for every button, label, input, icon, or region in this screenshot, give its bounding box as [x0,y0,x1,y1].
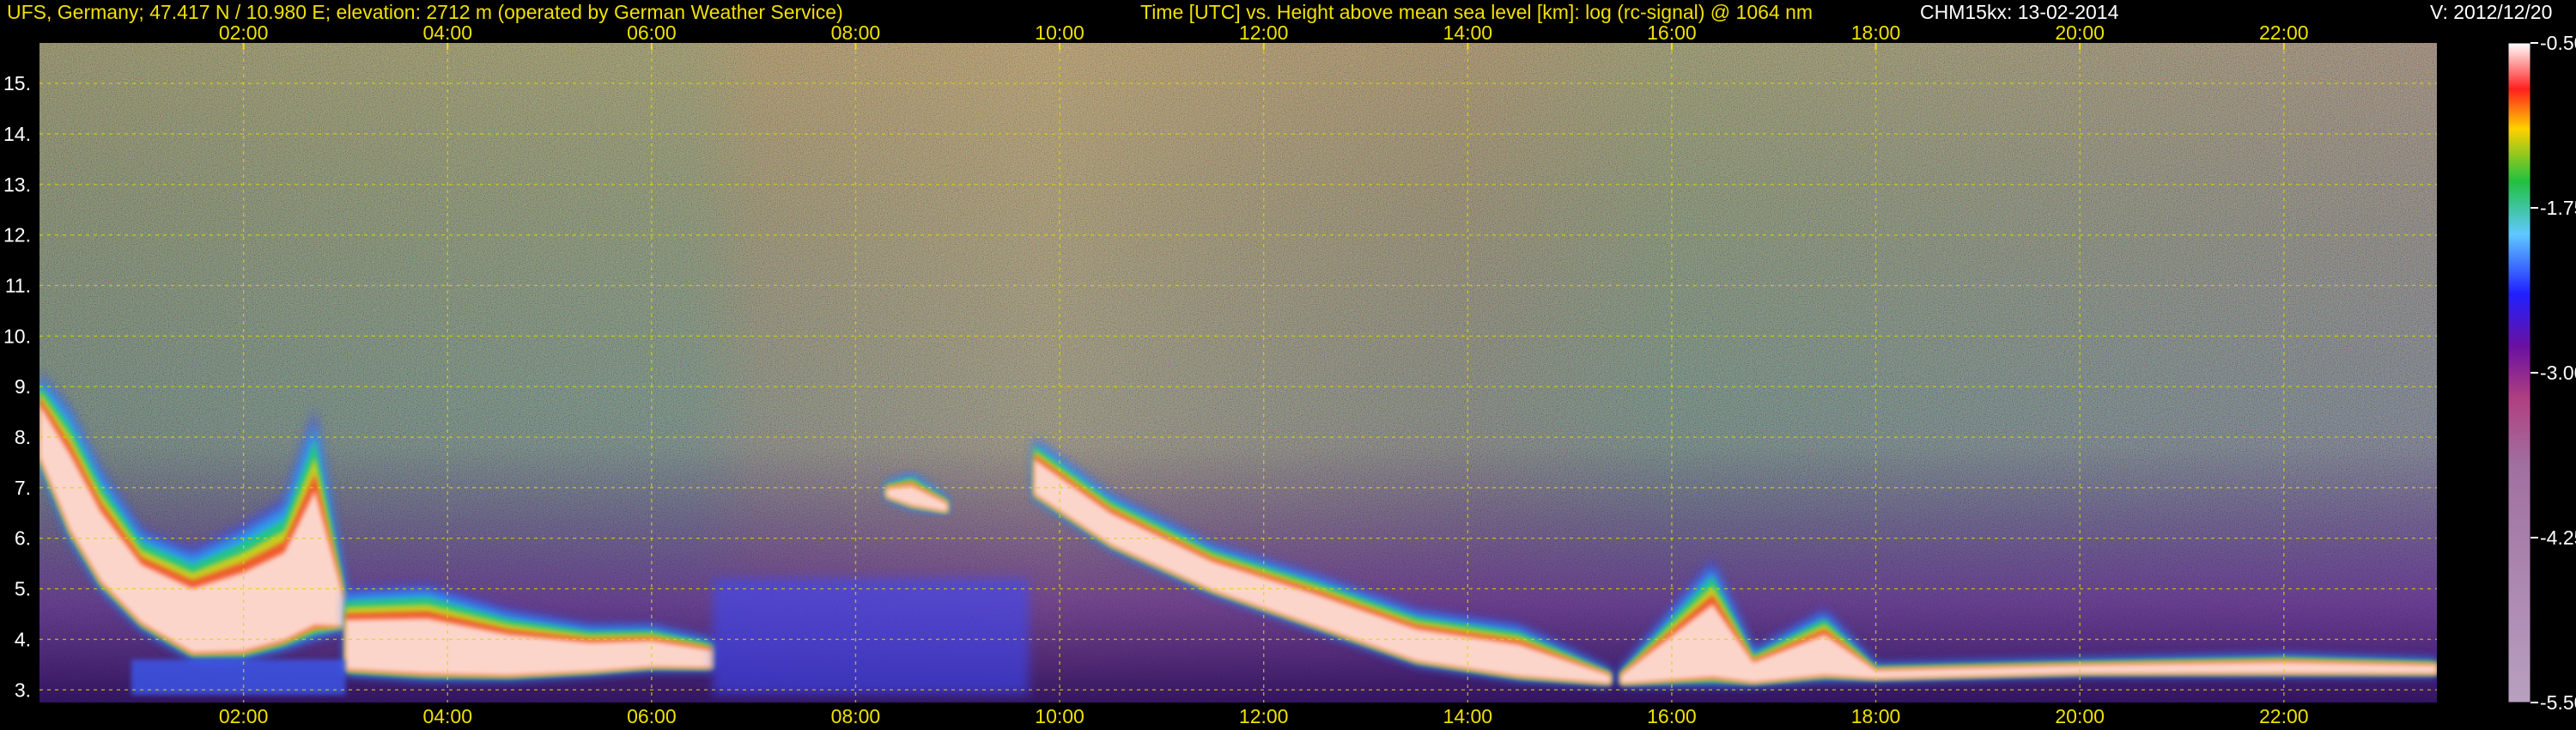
colorbar-tick-label: -3.00 [2540,362,2576,384]
y-tick-label: 10. [3,325,31,347]
x-tick-label-bottom: 16:00 [1647,705,1697,727]
x-tick-label-bottom: 10:00 [1035,705,1084,727]
y-tick-label: 4. [15,628,31,650]
y-tick-label: 13. [3,173,31,196]
x-tick-label-bottom: 22:00 [2259,705,2309,727]
x-tick-label-top: 14:00 [1443,21,1493,44]
y-tick-label: 8. [15,426,31,448]
y-tick-label: 7. [15,477,31,499]
x-tick-label-top: 16:00 [1647,21,1697,44]
x-tick-label-bottom: 12:00 [1239,705,1289,727]
lidar-chart: UFS, Germany; 47.417 N / 10.980 E; eleva… [3,1,2576,727]
x-tick-label-top: 18:00 [1851,21,1901,44]
colorbar-tick-label: -0.50 [2540,32,2576,54]
x-tick-label-top: 12:00 [1239,21,1289,44]
x-tick-label-top: 06:00 [627,21,677,44]
x-tick-label-bottom: 06:00 [627,705,677,727]
x-tick-label-top: 02:00 [219,21,269,44]
colorbar-tick-label: -5.50 [2540,691,2576,714]
y-tick-label: 6. [15,527,31,550]
y-tick-label: 11. [5,274,31,296]
x-tick-label-top: 10:00 [1035,21,1084,44]
y-tick-label: 15. [3,72,31,94]
x-tick-label-top: 22:00 [2259,21,2309,44]
low-level-signal [713,578,1030,696]
chart-title: Time [UTC] vs. Height above mean sea lev… [1140,1,1813,23]
version-label: V: 2012/12/20 [2430,1,2552,23]
y-tick-label: 5. [15,578,31,600]
plot-area [39,43,2437,703]
y-tick-label: 12. [3,224,31,246]
x-tick-label-bottom: 04:00 [422,705,472,727]
y-tick-label: 14. [3,123,31,145]
y-tick-label: 9. [15,375,31,398]
x-tick-label-bottom: 20:00 [2055,705,2105,727]
colorbar-tick-label: -1.75 [2540,197,2576,219]
x-tick-label-top: 20:00 [2055,21,2105,44]
station-info: UFS, Germany; 47.417 N / 10.980 E; eleva… [7,1,843,23]
colorbar-tick-label: -4.25 [2540,526,2576,549]
x-tick-label-bottom: 14:00 [1443,705,1493,727]
x-tick-label-bottom: 18:00 [1851,705,1901,727]
x-tick-label-bottom: 08:00 [831,705,881,727]
x-tick-label-top: 04:00 [422,21,472,44]
instrument-date: CHM15kx: 13-02-2014 [1920,1,2119,23]
colorbar [2507,42,2531,703]
x-tick-label-bottom: 02:00 [219,705,269,727]
y-tick-label: 3. [15,678,31,701]
x-tick-label-top: 08:00 [831,21,881,44]
